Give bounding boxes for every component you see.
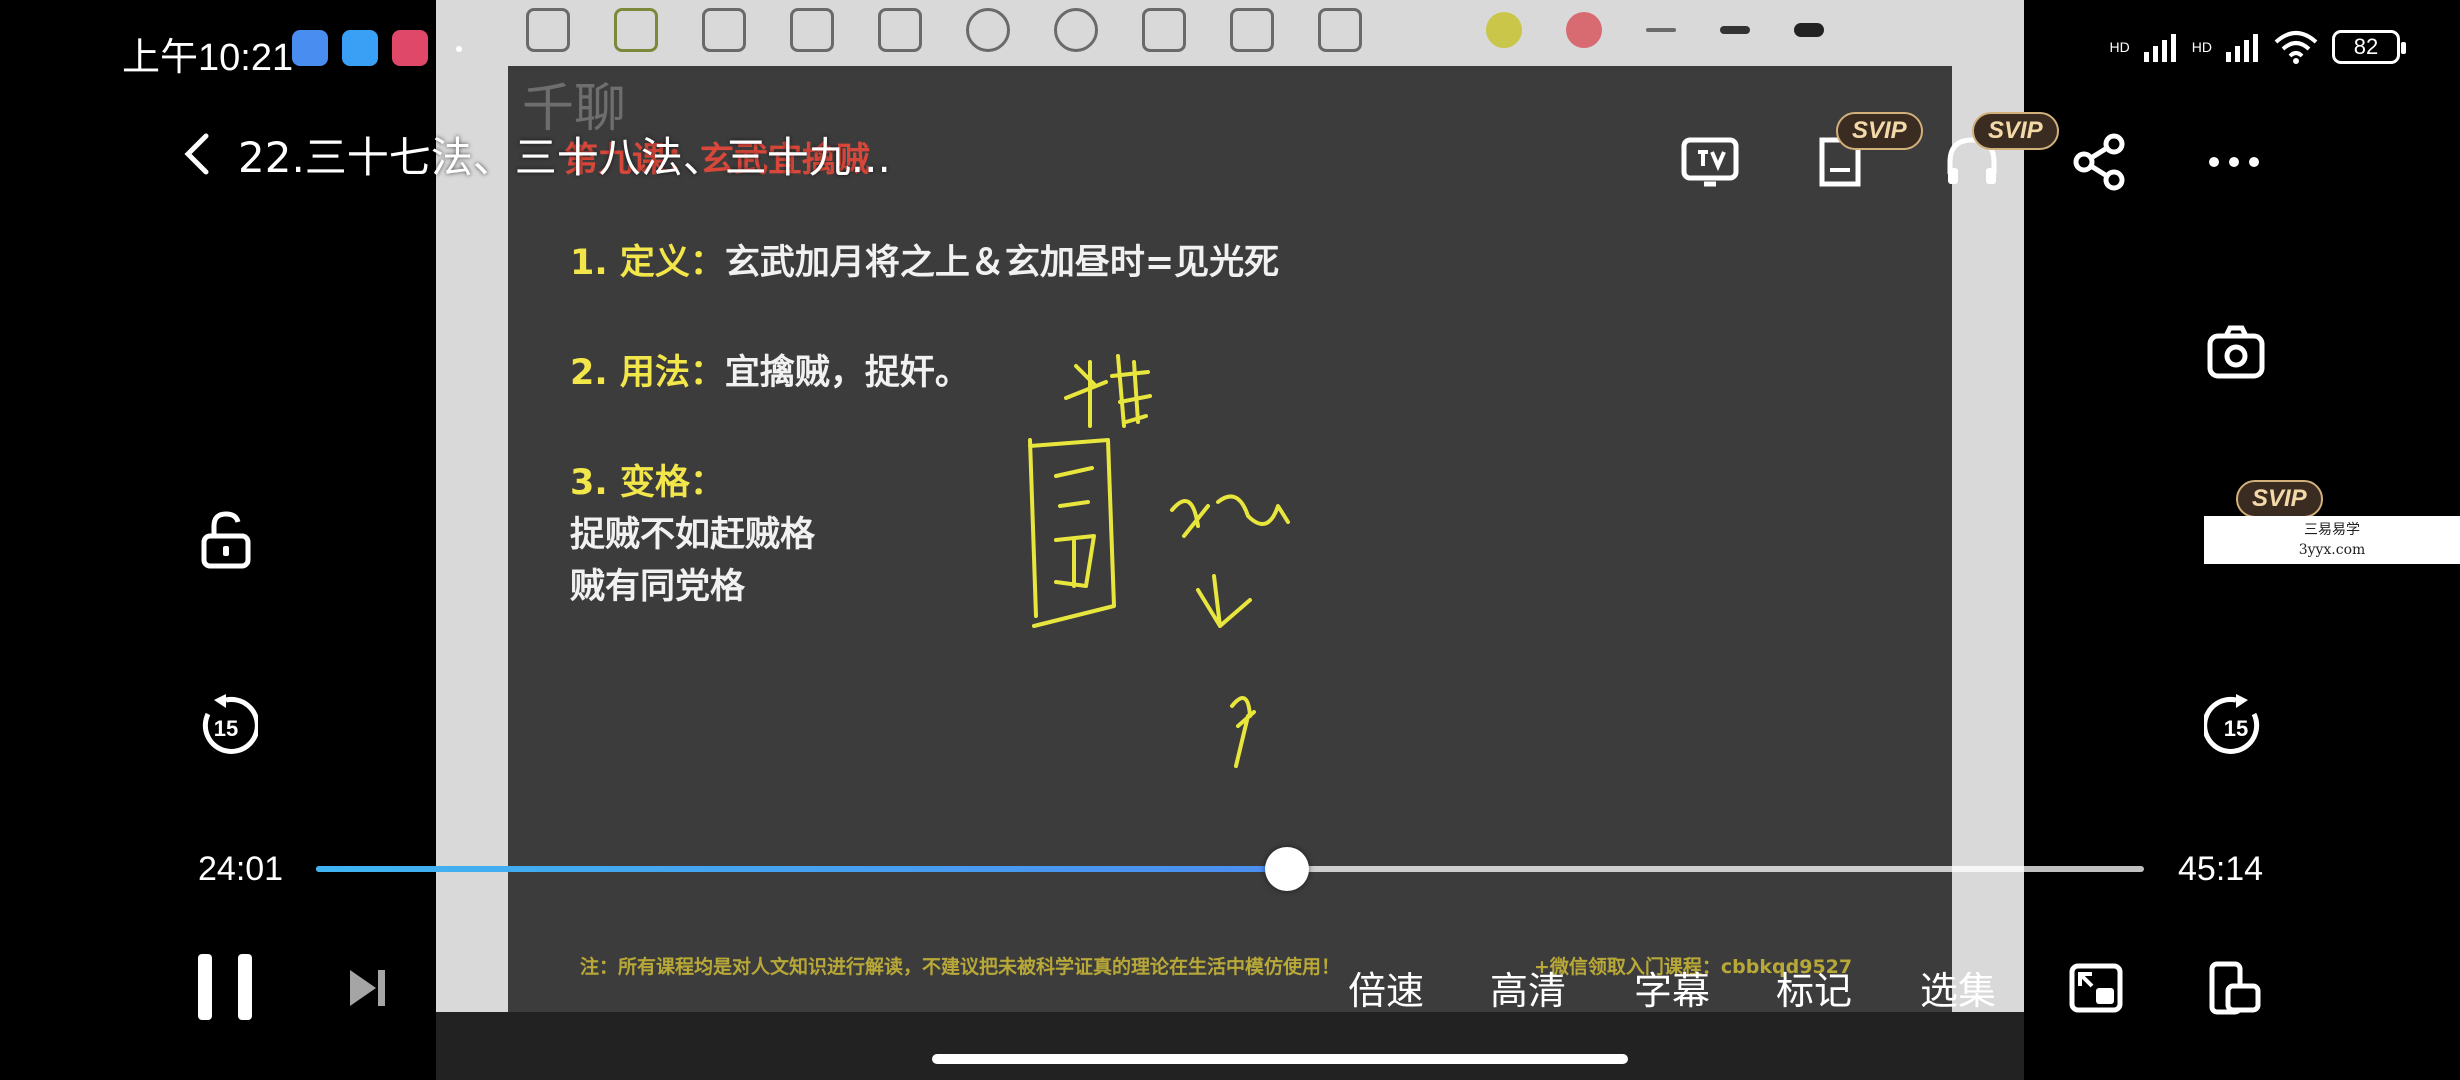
status-time: 上午10:21 — [122, 37, 294, 79]
svip-badge: SVIP — [1972, 112, 2059, 150]
svip-badge: SVIP — [1836, 112, 1923, 150]
pause-button[interactable] — [198, 954, 252, 1020]
site-watermark: 三易易学 3yyx.com — [2204, 516, 2460, 564]
hd-label: HD — [2191, 39, 2212, 55]
total-time: 45:14 — [2178, 850, 2264, 888]
signal-icon — [2143, 34, 2176, 62]
forward-15-icon[interactable]: 15 — [2204, 694, 2268, 758]
seek-bar-played — [316, 866, 1287, 872]
video-title: 22.三十七法、三十八法、三十九... — [238, 133, 891, 182]
seek-thumb[interactable] — [1264, 847, 1309, 891]
eraser-icon — [702, 8, 746, 52]
video-bottom-shade — [436, 1012, 2024, 1080]
red-color-icon — [1566, 12, 1602, 48]
pen-icon — [614, 8, 658, 52]
yellow-color-icon — [1486, 12, 1522, 48]
text-icon — [1230, 8, 1274, 52]
seek-bar[interactable] — [316, 847, 2144, 891]
next-episode-icon[interactable] — [346, 966, 390, 1010]
pause-icon — [238, 954, 252, 1020]
marker-icon — [790, 8, 834, 52]
rotate-screen-icon[interactable] — [2204, 958, 2264, 1018]
tv-cast-icon[interactable] — [1678, 130, 1742, 194]
watermark-line: 3yyx.com — [2298, 542, 2366, 558]
signal-icon — [2226, 34, 2258, 62]
quality-button[interactable]: 高清 — [1490, 960, 1566, 1015]
subtitles-button[interactable]: 字幕 — [1634, 960, 1710, 1015]
tool-icon — [526, 8, 570, 52]
wifi-icon — [2274, 31, 2318, 64]
sticker-icon — [1054, 8, 1098, 52]
screen-lock-icon[interactable] — [194, 508, 258, 572]
speed-button[interactable]: 倍速 — [1348, 960, 1424, 1015]
handwriting-ink — [1028, 354, 1290, 768]
status-dot — [456, 46, 462, 52]
home-indicator[interactable] — [932, 1054, 1628, 1064]
laser-icon — [1318, 8, 1362, 52]
picture-in-picture-icon[interactable] — [2066, 958, 2126, 1018]
annotation-toolbar — [526, 6, 1824, 54]
current-time: 24:01 — [198, 850, 284, 888]
battery-indicator: 82 — [2332, 30, 2406, 64]
slide-footnote: 注：所有课程均是对人文知识进行解读，不建议把未被科学证真的理论在生活中模仿使用！ — [580, 956, 1341, 978]
svg-text:15: 15 — [214, 716, 238, 741]
svip-badge: SVIP — [2236, 480, 2323, 518]
image-icon — [1142, 8, 1186, 52]
medium-stroke-icon — [1720, 26, 1750, 34]
thin-stroke-icon — [1646, 28, 1676, 32]
back-icon[interactable] — [176, 128, 220, 180]
notification-app-icon — [292, 30, 328, 66]
rewind-15-icon[interactable]: 15 — [194, 694, 258, 758]
lecture-slide: 千聊 第九课：玄武宜擒贼 1. 定义：玄武加月将之上＆玄加昼时=见光死 2. 用… — [508, 66, 1952, 1050]
shapes-icon — [878, 8, 922, 52]
more-icon[interactable] — [2202, 130, 2266, 194]
lasso-icon — [966, 8, 1010, 52]
episodes-button[interactable]: 选集 — [1920, 960, 1996, 1015]
thick-stroke-icon — [1794, 23, 1824, 37]
notification-app-icon — [392, 30, 428, 66]
hd-label: HD — [2109, 39, 2130, 55]
svg-text:15: 15 — [2224, 716, 2248, 741]
bookmark-button[interactable]: 标记 — [1776, 960, 1852, 1015]
share-icon[interactable] — [2068, 130, 2132, 194]
watermark-line: 三易易学 — [2304, 522, 2360, 538]
status-indicators: HD HD 82 — [2109, 30, 2406, 64]
screenshot-camera-icon[interactable] — [2204, 320, 2268, 384]
pause-icon — [198, 954, 212, 1020]
notification-app-icon — [342, 30, 378, 66]
